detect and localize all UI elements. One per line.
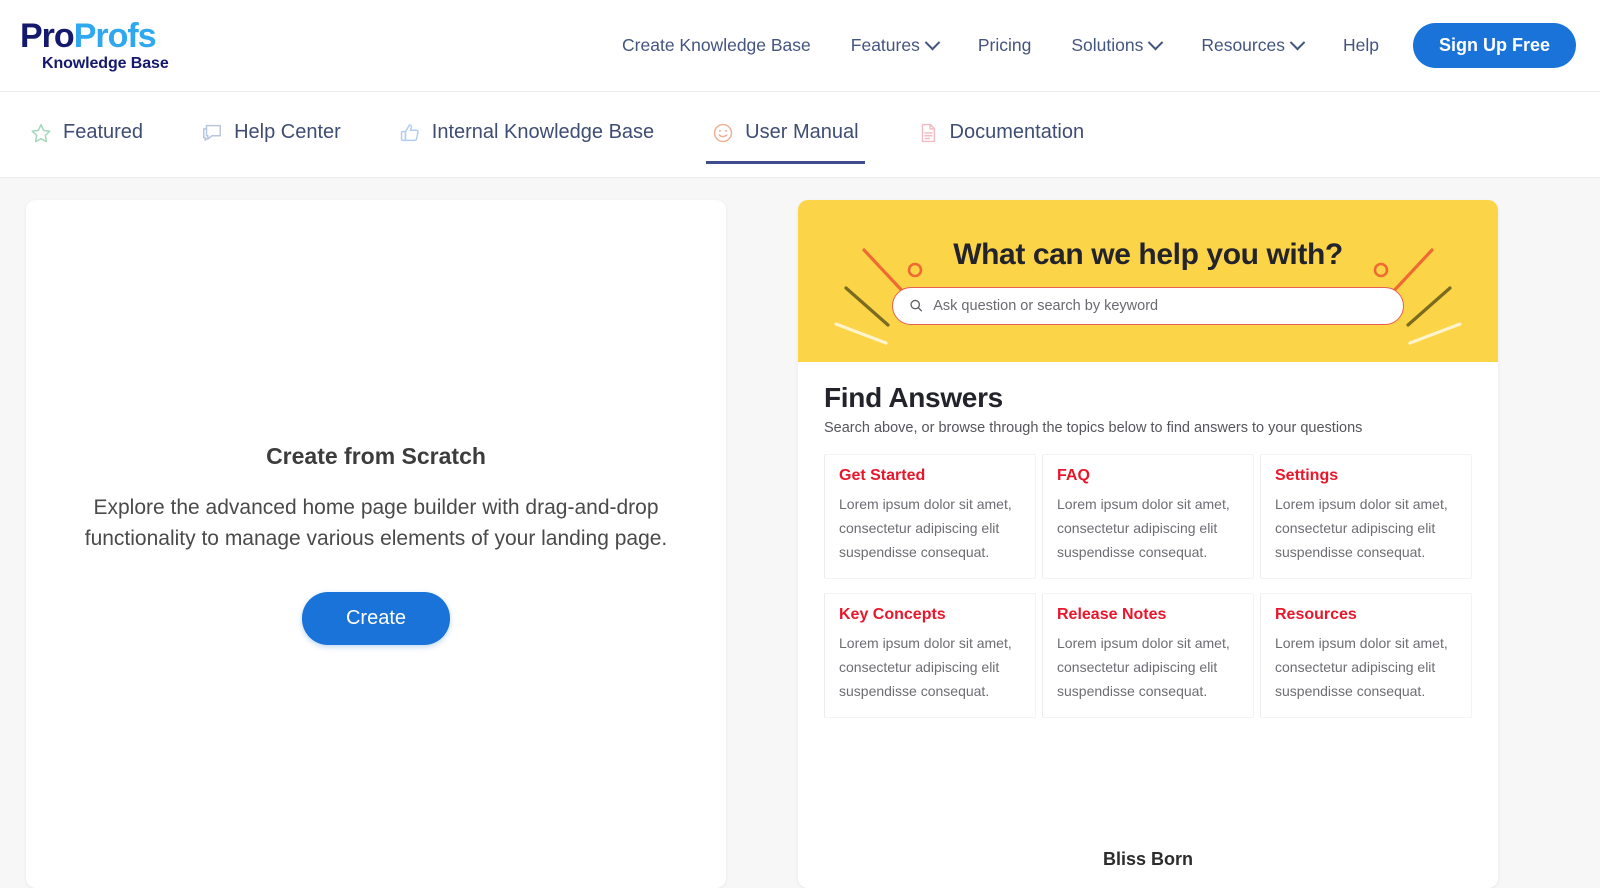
topic-grid: Get Started Lorem ipsum dolor sit amet, … — [824, 454, 1472, 719]
search-icon — [910, 299, 923, 312]
logo-text-pro: Pro — [20, 17, 75, 55]
logo-text-profs: Profs — [73, 17, 157, 55]
create-from-scratch-title: Create from Scratch — [266, 442, 486, 469]
topic-title: Resources — [1275, 606, 1357, 624]
topic-body: Lorem ipsum dolor sit amet, consectetur … — [1275, 496, 1448, 561]
tab-featured[interactable]: Featured — [24, 105, 149, 164]
preview-footer-text: Bliss Born — [1102, 849, 1194, 869]
template-content-area: Create from Scratch Explore the advanced… — [0, 178, 1600, 888]
thumbs-up-icon — [400, 123, 419, 141]
sign-up-free-button[interactable]: Sign Up Free — [1412, 23, 1576, 68]
hero-decoration-rays — [834, 248, 1462, 345]
tab-label: Help Center — [234, 121, 341, 143]
tab-documentation[interactable]: Documentation — [911, 105, 1091, 164]
chevron-down-icon — [924, 34, 941, 51]
tab-label: User Manual — [745, 121, 859, 143]
topic-card[interactable]: Release Notes Lorem ipsum dolor sit amet… — [1042, 593, 1254, 719]
tab-help-center[interactable]: Help Center — [195, 105, 347, 164]
star-icon — [31, 123, 51, 142]
nav-item-resources[interactable]: Resources — [1181, 27, 1323, 64]
logo-subtitle: Knowledge Base — [42, 55, 169, 72]
tab-internal-knowledge-base[interactable]: Internal Knowledge Base — [393, 105, 660, 164]
topic-title: FAQ — [1057, 467, 1090, 484]
proprofs-logo[interactable]: ProProfs Knowledge Base — [20, 19, 169, 72]
template-preview-card[interactable]: What can we help you with? Find Answers … — [798, 200, 1498, 888]
topic-card[interactable]: Settings Lorem ipsum dolor sit amet, con… — [1260, 454, 1472, 580]
topic-title: Settings — [1275, 467, 1339, 484]
nav-label: Create Knowledge Base — [622, 35, 811, 55]
tab-user-manual[interactable]: User Manual — [706, 105, 865, 164]
document-icon — [921, 123, 935, 142]
tab-label: Documentation — [949, 121, 1085, 143]
template-panes: Create from Scratch Explore the advanced… — [26, 200, 1574, 888]
topic-card[interactable]: Key Concepts Lorem ipsum dolor sit amet,… — [824, 593, 1036, 719]
topic-body: Lorem ipsum dolor sit amet, consectetur … — [1057, 496, 1230, 561]
nav-label: Help — [1342, 35, 1379, 55]
topic-card[interactable]: Get Started Lorem ipsum dolor sit amet, … — [824, 454, 1036, 580]
preview-hero-banner: What can we help you with? — [798, 200, 1498, 362]
nav-label: Pricing — [977, 35, 1032, 55]
topic-card[interactable]: Resources Lorem ipsum dolor sit amet, co… — [1260, 593, 1472, 719]
create-button[interactable]: Create — [301, 592, 451, 646]
main-nav: Create Knowledge Base Features Pricing S… — [602, 23, 1576, 68]
nav-label: Solutions — [1071, 35, 1144, 55]
topic-body: Lorem ipsum dolor sit amet, consectetur … — [1275, 635, 1448, 700]
find-answers-section: Find Answers Search above, or browse thr… — [798, 362, 1498, 888]
template-category-tabs: Featured Help Center Internal Knowledge … — [0, 92, 1600, 178]
hero-title: What can we help you with? — [953, 237, 1343, 271]
nav-item-pricing[interactable]: Pricing — [958, 27, 1052, 64]
topic-title: Release Notes — [1057, 606, 1167, 624]
nav-item-help[interactable]: Help — [1323, 27, 1399, 64]
topic-title: Key Concepts — [839, 606, 946, 624]
topic-title: Get Started — [839, 467, 926, 484]
nav-label: Features — [850, 35, 920, 55]
tab-label: Internal Knowledge Base — [431, 121, 655, 143]
chat-icon — [203, 124, 222, 141]
logo-wordmark: ProProfs — [20, 17, 157, 55]
topic-body: Lorem ipsum dolor sit amet, consectetur … — [839, 635, 1012, 700]
smiley-icon — [713, 123, 733, 142]
create-from-scratch-card: Create from Scratch Explore the advanced… — [26, 200, 726, 888]
find-answers-title: Find Answers — [824, 382, 1003, 413]
topic-body: Lorem ipsum dolor sit amet, consectetur … — [839, 496, 1012, 561]
nav-item-features[interactable]: Features — [831, 27, 958, 64]
nav-label: Resources — [1201, 35, 1285, 55]
hero-search-bar[interactable] — [892, 286, 1404, 325]
nav-item-solutions[interactable]: Solutions — [1051, 27, 1181, 64]
topic-body: Lorem ipsum dolor sit amet, consectetur … — [1057, 635, 1230, 700]
create-from-scratch-description: Explore the advanced home page builder w… — [84, 495, 668, 550]
chevron-down-icon — [1289, 34, 1306, 51]
hero-search-input[interactable] — [933, 297, 1387, 314]
nav-item-create-knowledge-base[interactable]: Create Knowledge Base — [602, 27, 831, 64]
topic-card[interactable]: FAQ Lorem ipsum dolor sit amet, consecte… — [1042, 454, 1254, 580]
tab-label: Featured — [63, 121, 144, 143]
top-navigation-bar: ProProfs Knowledge Base Create Knowledge… — [0, 0, 1600, 92]
find-answers-subtitle: Search above, or browse through the topi… — [824, 420, 1363, 436]
chevron-down-icon — [1148, 34, 1164, 51]
